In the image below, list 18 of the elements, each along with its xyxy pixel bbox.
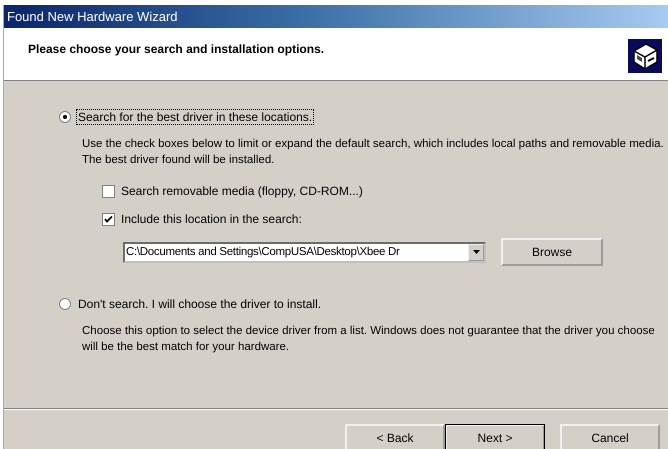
radio-button[interactable]: [59, 110, 71, 122]
window-title: Found New Hardware Wizard: [7, 9, 178, 24]
option-description: Choose this option to select the device driver from a list. Windows does not guarantee that the driver you choose will be the best match for your hardware.: [82, 324, 656, 355]
hardware-icon: [628, 39, 662, 73]
wizard-button[interactable]: < Back: [345, 424, 445, 449]
wizard-button[interactable]: Cancel: [560, 424, 660, 449]
option-description: Use the check boxes below to limit or expand the default search, which includes local paths and removable media. The best driver found will be installed.: [82, 137, 665, 168]
option-label[interactable]: Don't search. I will choose the driver to install.: [76, 296, 324, 312]
location-combo-box[interactable]: C:\Documents and Settings\CompUSA\Desktop\Xbee Dr: [123, 242, 486, 262]
checkbox[interactable]: [102, 184, 115, 198]
browse-button[interactable]: Browse: [501, 238, 603, 266]
wizard-button[interactable]: Next >: [445, 424, 545, 449]
radio-button[interactable]: [59, 298, 71, 310]
checkbox[interactable]: [102, 212, 115, 226]
checkbox-label[interactable]: Search removable media (floppy, CD-ROM...): [121, 184, 363, 198]
checkbox-label[interactable]: Include this location in the search:: [121, 212, 302, 226]
option-label[interactable]: Search for the best driver in these locations.: [76, 108, 314, 124]
header-heading: Please choose your search and installation options.: [28, 42, 324, 58]
